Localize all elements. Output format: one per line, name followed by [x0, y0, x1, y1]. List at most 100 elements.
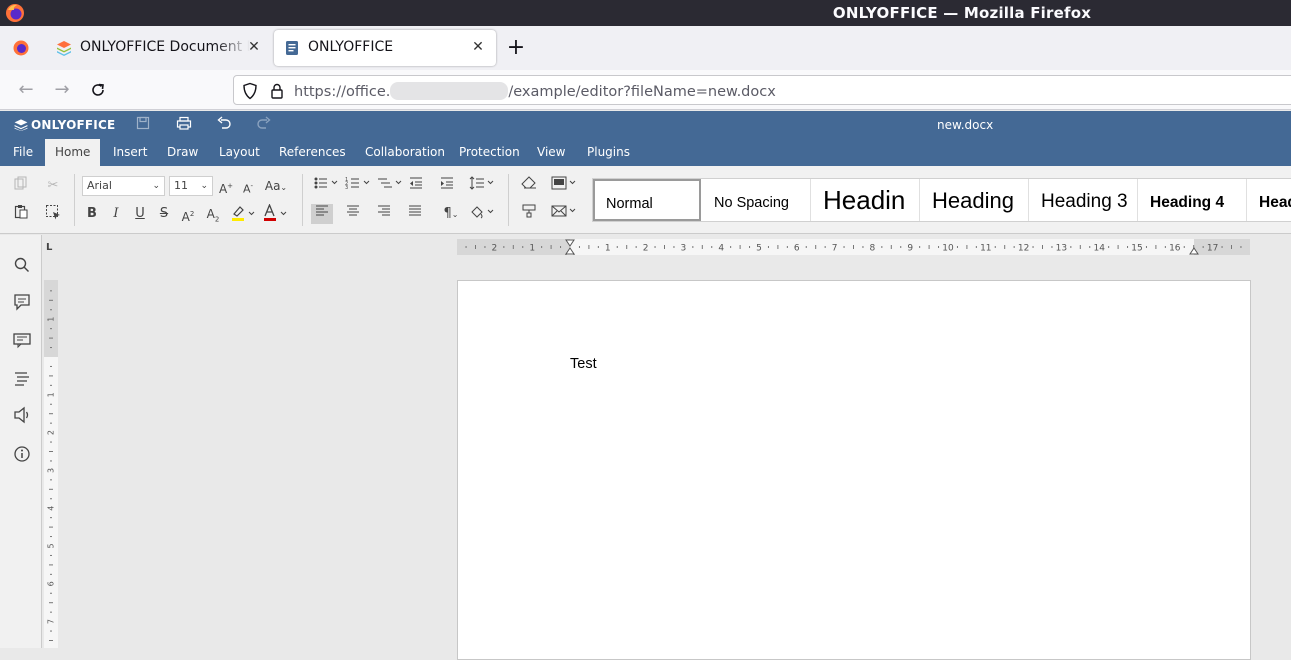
- align-center-icon[interactable]: [342, 204, 364, 224]
- color-scheme-icon[interactable]: [550, 176, 580, 196]
- toolbar-divider: [302, 174, 303, 226]
- svg-text:3: 3: [345, 185, 348, 190]
- styles-gallery[interactable]: Normal No Spacing Headin Heading Heading…: [592, 178, 1291, 222]
- style-heading-4[interactable]: Heading 4: [1138, 179, 1247, 221]
- firefox-view-icon[interactable]: [12, 39, 30, 57]
- clear-style-icon[interactable]: [518, 176, 540, 196]
- style-heading-2[interactable]: Heading: [920, 179, 1029, 221]
- style-heading-5[interactable]: Head: [1247, 179, 1291, 221]
- url-bar[interactable]: https://office. /example/editor?fileName=…: [233, 75, 1291, 105]
- editor-header: ONLYOFFICE new.docx: [0, 111, 1291, 139]
- about-info-icon[interactable]: [12, 444, 32, 464]
- ruler-label: 2: [47, 430, 56, 435]
- font-size-value: 11: [174, 179, 188, 192]
- bullet-list-icon[interactable]: [312, 176, 342, 196]
- line-spacing-icon[interactable]: [468, 176, 498, 196]
- font-name-select[interactable]: Arial ⌄: [82, 176, 165, 196]
- decrease-indent-icon[interactable]: [405, 176, 427, 196]
- superscript-icon[interactable]: A2: [177, 204, 199, 224]
- ruler-label: 14: [1093, 244, 1105, 254]
- style-heading-3[interactable]: Heading 3: [1029, 179, 1138, 221]
- multilevel-list-icon[interactable]: [376, 176, 406, 196]
- mail-merge-icon[interactable]: [550, 204, 580, 224]
- paste-icon[interactable]: [10, 204, 32, 224]
- new-tab-button[interactable]: +: [505, 37, 527, 60]
- tab-collaboration[interactable]: Collaboration: [355, 139, 455, 166]
- toolbar-divider: [74, 174, 75, 226]
- align-left-icon[interactable]: [311, 204, 333, 224]
- align-right-icon[interactable]: [373, 204, 395, 224]
- nonprinting-characters-icon[interactable]: ¶⌄: [436, 204, 466, 224]
- window-title: ONLYOFFICE — Mozilla Firefox: [832, 4, 1092, 22]
- style-no-spacing[interactable]: No Spacing: [701, 179, 811, 221]
- highlight-color-icon[interactable]: [228, 204, 258, 224]
- strikethrough-icon[interactable]: S: [153, 204, 175, 224]
- save-icon[interactable]: [134, 116, 152, 134]
- justify-icon[interactable]: [404, 204, 426, 224]
- navigation-icon[interactable]: [12, 368, 32, 388]
- undo-icon[interactable]: [215, 116, 233, 134]
- change-case-icon[interactable]: Aa⌄: [261, 176, 291, 196]
- onlyoffice-logo[interactable]: ONLYOFFICE: [14, 118, 115, 132]
- select-all-icon[interactable]: [42, 204, 64, 224]
- document-page[interactable]: Test: [457, 280, 1251, 660]
- forward-arrow-icon[interactable]: →: [51, 79, 73, 101]
- font-color-icon[interactable]: [260, 203, 290, 224]
- search-icon[interactable]: [12, 255, 32, 275]
- navigation-bar: ← → https://office. /example/editor?fileN…: [0, 70, 1291, 110]
- ruler-label: 1: [529, 244, 535, 254]
- tab-draw[interactable]: Draw: [157, 139, 208, 166]
- close-icon[interactable]: ✕: [246, 39, 262, 55]
- tab-plugins[interactable]: Plugins: [577, 139, 640, 166]
- numbered-list-icon[interactable]: 123: [344, 176, 374, 196]
- vertical-ruler[interactable]: 1 1 2 3 4 5 6 7: [44, 280, 58, 648]
- ruler-label: 6: [47, 581, 56, 586]
- style-normal[interactable]: Normal: [593, 179, 701, 221]
- ruler-ticks: 1 1 2 3 4 5 6 7: [47, 290, 56, 641]
- redo-icon[interactable]: [255, 116, 273, 134]
- subscript-icon[interactable]: A2: [202, 204, 224, 224]
- bold-icon[interactable]: B: [81, 204, 103, 224]
- ruler-label: 16: [1169, 244, 1181, 254]
- tab-file[interactable]: File: [3, 139, 43, 166]
- chat-icon[interactable]: [12, 330, 32, 350]
- horizontal-ruler[interactable]: 2 1 1 2 3 4 5 6 7 8 9 10 11 12 13 14 15 16 17: [457, 239, 1250, 255]
- font-size-select[interactable]: 11 ⌄: [169, 176, 213, 196]
- indent-marker: [565, 253, 575, 255]
- decrease-font-icon[interactable]: A-: [237, 176, 259, 196]
- underline-icon[interactable]: U: [129, 204, 151, 224]
- tab-view[interactable]: View: [527, 139, 575, 166]
- ruler-label: 1: [47, 392, 56, 397]
- tab-insert[interactable]: Insert: [103, 139, 157, 166]
- tab-onlyoffice[interactable]: ONLYOFFICE ✕: [274, 30, 496, 66]
- speaker-icon[interactable]: [12, 405, 32, 425]
- font-name-value: Arial: [87, 179, 112, 192]
- tab-document-editor[interactable]: ONLYOFFICE Document Editor ✕: [46, 30, 270, 66]
- italic-icon[interactable]: I: [105, 204, 127, 224]
- shading-icon[interactable]: [468, 204, 498, 224]
- ruler-label: 1: [605, 244, 611, 254]
- cut-icon[interactable]: ✂: [42, 176, 64, 196]
- lock-icon[interactable]: [270, 82, 284, 100]
- tab-references[interactable]: References: [269, 139, 356, 166]
- reload-icon[interactable]: [87, 79, 109, 101]
- redacted-host: [390, 82, 509, 100]
- increase-font-icon[interactable]: A+: [215, 176, 237, 196]
- tab-layout[interactable]: Layout: [209, 139, 270, 166]
- close-icon[interactable]: ✕: [470, 39, 486, 55]
- tab-stop-selector[interactable]: L: [46, 242, 58, 254]
- tab-protection[interactable]: Protection: [449, 139, 530, 166]
- tab-home[interactable]: Home: [45, 139, 101, 166]
- style-heading-1[interactable]: Headin: [811, 179, 920, 221]
- document-text[interactable]: Test: [570, 356, 597, 372]
- ruler-label: 11: [980, 244, 991, 254]
- url-text[interactable]: https://office. /example/editor?fileName=…: [294, 82, 776, 100]
- copy-icon[interactable]: [10, 176, 32, 196]
- print-icon[interactable]: [175, 116, 193, 134]
- back-arrow-icon[interactable]: ←: [15, 79, 37, 101]
- shield-icon[interactable]: [242, 82, 258, 100]
- increase-indent-icon[interactable]: [436, 176, 458, 196]
- copy-style-icon[interactable]: [518, 204, 540, 224]
- ruler-label: 17: [1207, 244, 1218, 254]
- comments-icon[interactable]: [12, 292, 32, 312]
